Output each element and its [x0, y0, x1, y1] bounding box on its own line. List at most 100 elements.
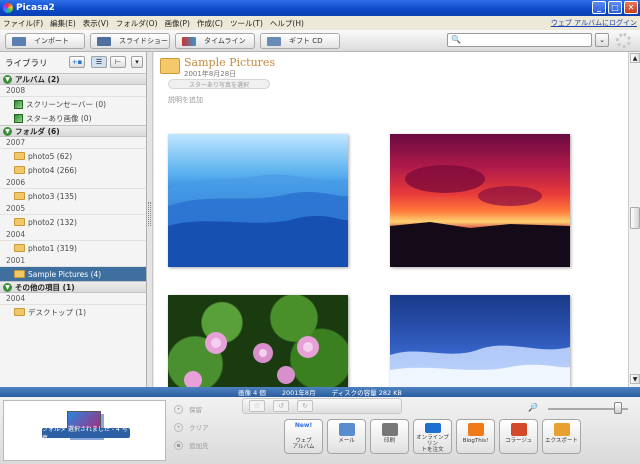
search-dropdown-button[interactable]: ⌄	[595, 33, 609, 47]
close-button[interactable]: ✕	[624, 1, 638, 14]
library-header: ライブラリ +▪ ☰ ⊢ ▾	[0, 52, 146, 72]
export-button[interactable]: エクスポート	[542, 419, 581, 454]
menu-file[interactable]: ファイル(F)	[3, 18, 43, 29]
zoom-slider[interactable]: 🔎	[528, 402, 638, 415]
maximize-button[interactable]: □	[608, 1, 622, 14]
hills-shape	[168, 174, 348, 267]
library-tree: ▼ アルバム (2) 2008 スクリーンセーバー (0) スターあり画像 (0) ▼ フォ…	[0, 73, 146, 319]
scroll-down-button[interactable]: ▼	[630, 374, 640, 384]
library-item[interactable]: スクリーンセーバー (0)	[0, 97, 146, 111]
add-to-button[interactable]: ▪ 追加先	[170, 436, 234, 454]
photo-thumbnail-sunset[interactable]	[390, 134, 570, 267]
expand-toggle-icon[interactable]: ▼	[3, 126, 12, 136]
gift-cd-label: ギフト CD	[289, 37, 323, 45]
print-button[interactable]: 印刷	[370, 419, 409, 454]
rotate-right-button[interactable]: ↻	[297, 400, 313, 412]
menu-tools[interactable]: ツール(T)	[230, 18, 263, 29]
library-group-header[interactable]: ▼ その他の項目 (1)	[0, 281, 146, 293]
minimize-button[interactable]: _	[592, 1, 606, 14]
photo-thumbnail-winter-trees[interactable]	[390, 295, 570, 387]
menu-picture[interactable]: 画像(P)	[165, 18, 190, 29]
year-label: 2007	[0, 137, 146, 149]
hold-label: 保留	[189, 406, 202, 414]
bottom-panel: フォルダ 選択されました - 4 写真 • 保留 • クリア ▪ 追加先 ☆ ↺ ↻ …	[0, 397, 640, 464]
menu-folder[interactable]: フォルダ(O)	[116, 18, 158, 29]
library-item[interactable]: Sample Pictures (4)	[0, 267, 146, 281]
picasa-logo-icon	[3, 3, 13, 13]
expand-toggle-icon[interactable]: ▼	[3, 282, 12, 292]
blogger-icon	[467, 423, 484, 436]
search-input[interactable]	[462, 35, 590, 45]
tree-view-button[interactable]: ⊢	[110, 56, 126, 68]
folder-icon	[14, 192, 25, 200]
zoom-icon: 🔎	[528, 403, 538, 412]
web-album-button[interactable]: New! ウェブ アルバム	[284, 419, 323, 454]
folder-icon	[14, 166, 25, 174]
year-label: 2006	[0, 177, 146, 189]
splitter-grip	[148, 202, 151, 226]
hold-icon: •	[174, 404, 183, 414]
select-starred-button[interactable]: スターあり写真を選択	[168, 79, 270, 89]
menu-help[interactable]: ヘルプ(H)	[270, 18, 304, 29]
library-item[interactable]: photo5 (62)	[0, 149, 146, 163]
library-sidebar: ライブラリ +▪ ☰ ⊢ ▾ ▼ アルバム (2) 2008 スクリーンセーバー (0…	[0, 52, 147, 387]
hold-button[interactable]: • 保留	[170, 400, 234, 418]
window-title: Picasa2	[16, 3, 55, 13]
photo-thumbnail-water-lilies[interactable]	[168, 295, 348, 387]
menu-edit[interactable]: 編集(E)	[50, 18, 76, 29]
globe-button[interactable]: オンラインプリン トを注文	[413, 419, 452, 454]
email-button[interactable]: メール	[327, 419, 366, 454]
photo-thumbnail-blue-hills[interactable]	[168, 134, 348, 267]
folder-icon	[14, 152, 25, 160]
slideshow-icon	[97, 36, 111, 46]
library-item[interactable]: photo4 (266)	[0, 163, 146, 177]
expand-toggle-icon[interactable]: ▼	[3, 74, 12, 84]
photo-tray: フォルダ 選択されました - 4 写真	[3, 400, 166, 461]
search-box[interactable]: 🔍	[447, 33, 592, 47]
library-item-label: スクリーンセーバー (0)	[26, 99, 107, 109]
web-album-login-link[interactable]: ウェブ アルバムにログイン	[551, 18, 637, 28]
library-item[interactable]: photo1 (319)	[0, 241, 146, 255]
email-icon	[338, 423, 355, 436]
list-view-button[interactable]: ☰	[91, 56, 107, 68]
menu-bar: ファイル(F) 編集(E) 表示(V) フォルダ(O) 画像(P) 作成(C) …	[0, 16, 640, 30]
import-label: インポート	[34, 37, 69, 45]
menu-create[interactable]: 作成(C)	[197, 18, 223, 29]
library-item[interactable]: スターあり画像 (0)	[0, 111, 146, 125]
blogger-button[interactable]: BlogThis!	[456, 419, 495, 454]
timeline-button[interactable]: タイムライン	[175, 33, 255, 49]
clear-button[interactable]: • クリア	[170, 418, 234, 436]
sidebar-splitter[interactable]	[147, 52, 153, 387]
rotate-left-button[interactable]: ↺	[273, 400, 289, 412]
star-button[interactable]: ☆	[249, 400, 265, 412]
library-group-header[interactable]: ▼ アルバム (2)	[0, 73, 146, 85]
library-title: ライブラリ	[5, 59, 48, 69]
library-item[interactable]: デスクトップ (1)	[0, 305, 146, 319]
library-group-header[interactable]: ▼ フォルダ (6)	[0, 125, 146, 137]
loading-spinner-icon	[616, 33, 631, 48]
library-item[interactable]: photo3 (135)	[0, 189, 146, 203]
rotate-right-icon: ↻	[302, 402, 308, 410]
scroll-up-button[interactable]: ▲	[630, 53, 640, 63]
library-item-label: photo2 (132)	[28, 217, 77, 227]
menu-view[interactable]: 表示(V)	[83, 18, 109, 29]
library-item[interactable]: photo2 (132)	[0, 215, 146, 229]
action-label: オンラインプリン トを注文	[416, 434, 449, 453]
clear-label: クリア	[189, 424, 209, 432]
library-item-label: photo3 (135)	[28, 191, 77, 201]
scroll-thumb[interactable]	[630, 207, 640, 229]
slideshow-button[interactable]: スライドショー	[90, 33, 170, 49]
chevron-down-icon: ⌄	[599, 36, 605, 44]
zoom-knob[interactable]	[614, 402, 622, 414]
add-album-button[interactable]: +▪	[69, 56, 85, 68]
folder-icon	[160, 58, 180, 74]
album-icon	[14, 99, 23, 109]
gift-cd-button[interactable]: ギフト CD	[260, 33, 340, 49]
add-caption-field[interactable]: 説明を追加	[168, 95, 203, 105]
import-button[interactable]: インポート	[5, 33, 85, 49]
vertical-scrollbar[interactable]: ▲ ▼	[628, 52, 640, 387]
year-label: 2008	[0, 85, 146, 97]
collage-button[interactable]: コラージュ	[499, 419, 538, 454]
sidebar-menu-button[interactable]: ▾	[131, 56, 143, 68]
star-icon: ☆	[253, 402, 261, 410]
